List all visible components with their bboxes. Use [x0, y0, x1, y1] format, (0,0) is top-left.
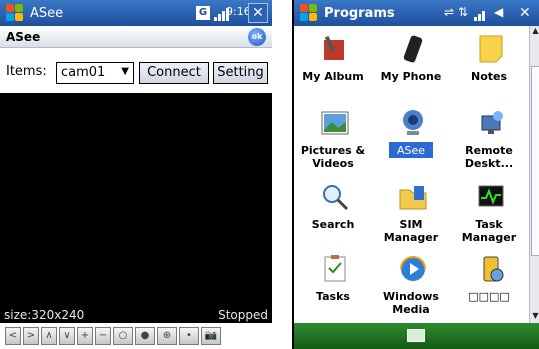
search-icon: [320, 182, 350, 212]
task-manager-icon: [476, 182, 506, 212]
program-my-album[interactable]: My Album: [294, 34, 372, 106]
control-toolbar: < > ∧ ∨ + − ○ ● ⊕ • 📷: [0, 323, 272, 349]
g-network-icon: G: [196, 6, 210, 20]
asee-app-screen: ASee G ◀ε 9:16 ✕ ASee ok Items: cam01 ▼ …: [0, 0, 272, 349]
tasks-icon: [320, 254, 350, 284]
video-size-label: size:320x240: [4, 308, 85, 322]
preset-button[interactable]: ⊕: [157, 327, 177, 345]
scroll-thumb[interactable]: [531, 66, 539, 256]
program-settings[interactable]: □□□□: [450, 254, 528, 326]
close-icon[interactable]: ✕: [519, 5, 531, 21]
scrollbar[interactable]: ▲ ▼: [529, 26, 539, 323]
signal-strength-icon: [474, 5, 490, 21]
tilt-down-button[interactable]: ∨: [59, 327, 75, 345]
ok-button[interactable]: ok: [248, 28, 266, 46]
pen-album-icon: [320, 34, 350, 64]
programs-grid: My Album My Phone Notes Pictures & Video…: [294, 26, 529, 323]
zoom-out-button[interactable]: −: [95, 327, 111, 345]
program-label: Notes: [470, 70, 508, 83]
dropdown-arrow-icon: ▼: [121, 66, 129, 77]
settings-phone-icon: [476, 254, 506, 284]
notes-icon: [476, 34, 506, 64]
sync-arrows-icon[interactable]: ⇅: [458, 5, 468, 19]
program-label: Remote Deskt...: [464, 144, 514, 170]
program-label: Windows Media: [383, 290, 439, 316]
program-sim-manager[interactable]: SIM Manager: [372, 182, 450, 254]
program-label: □□□□: [468, 290, 510, 303]
window-title: Programs: [324, 6, 395, 21]
pan-left-button[interactable]: <: [5, 327, 21, 345]
title-bar: ASee G ◀ε 9:16 ✕: [0, 0, 272, 26]
soft-key-bar: [294, 323, 539, 349]
setting-button[interactable]: Setting: [213, 62, 268, 84]
close-button[interactable]: ✕: [248, 3, 268, 23]
program-label: ASee: [396, 144, 426, 157]
focus-near-button[interactable]: ○: [113, 327, 133, 345]
keyboard-icon[interactable]: [407, 329, 425, 342]
windows-logo-icon[interactable]: [6, 4, 24, 22]
program-label: SIM Manager: [383, 218, 439, 244]
app-name: ASee: [6, 30, 41, 44]
snapshot-camera-icon[interactable]: 📷: [201, 327, 221, 345]
pictures-icon: [320, 108, 350, 138]
program-label: Tasks: [316, 290, 350, 303]
program-windows-media[interactable]: Windows Media: [372, 254, 450, 326]
program-search[interactable]: Search: [294, 182, 372, 254]
webcam-icon: [398, 108, 428, 138]
program-label: My Album: [302, 70, 364, 83]
scroll-up-icon[interactable]: ▲: [530, 26, 539, 38]
scroll-down-icon[interactable]: ▼: [530, 311, 539, 323]
title-bar: Programs ⇌ ⇅ ◀ ✕: [294, 0, 539, 26]
clock[interactable]: 9:16: [226, 5, 251, 18]
program-task-manager[interactable]: Task Manager: [450, 182, 528, 254]
tilt-up-button[interactable]: ∧: [41, 327, 57, 345]
zoom-in-button[interactable]: +: [77, 327, 93, 345]
program-label: My Phone: [380, 70, 442, 83]
program-my-phone[interactable]: My Phone: [372, 34, 450, 106]
phone-icon: [398, 34, 428, 64]
program-tasks[interactable]: Tasks: [294, 254, 372, 326]
window-title: ASee: [30, 6, 64, 21]
video-state-label: Stopped: [218, 308, 268, 322]
program-label: Pictures & Videos: [300, 144, 366, 170]
program-label: Task Manager: [461, 218, 517, 244]
windows-logo-icon[interactable]: [300, 4, 318, 22]
items-label: Items:: [6, 64, 47, 79]
camera-select[interactable]: cam01 ▼: [56, 62, 134, 84]
windows-media-icon: [398, 254, 428, 284]
data-connection-icon[interactable]: ⇌: [444, 5, 454, 19]
video-view[interactable]: [0, 93, 272, 323]
controls-row: Items: cam01 ▼ Connect Setting: [0, 48, 272, 93]
volume-icon[interactable]: ◀: [494, 5, 503, 19]
focus-far-button[interactable]: ●: [135, 327, 155, 345]
program-label: Search: [311, 218, 355, 231]
program-notes[interactable]: Notes: [450, 34, 528, 106]
program-asee[interactable]: ASee: [372, 108, 450, 180]
pan-right-button[interactable]: >: [23, 327, 39, 345]
program-pictures-videos[interactable]: Pictures & Videos: [294, 108, 372, 180]
app-header: ASee ok: [0, 26, 272, 48]
programs-screen: Programs ⇌ ⇅ ◀ ✕ My Album My Phone Notes…: [292, 0, 539, 349]
program-remote-desktop[interactable]: Remote Deskt...: [450, 108, 528, 180]
camera-select-value: cam01: [61, 65, 106, 80]
center-button[interactable]: •: [179, 327, 199, 345]
sim-folder-icon: [398, 182, 428, 212]
connect-button[interactable]: Connect: [139, 62, 209, 84]
remote-desktop-icon: [476, 108, 506, 138]
